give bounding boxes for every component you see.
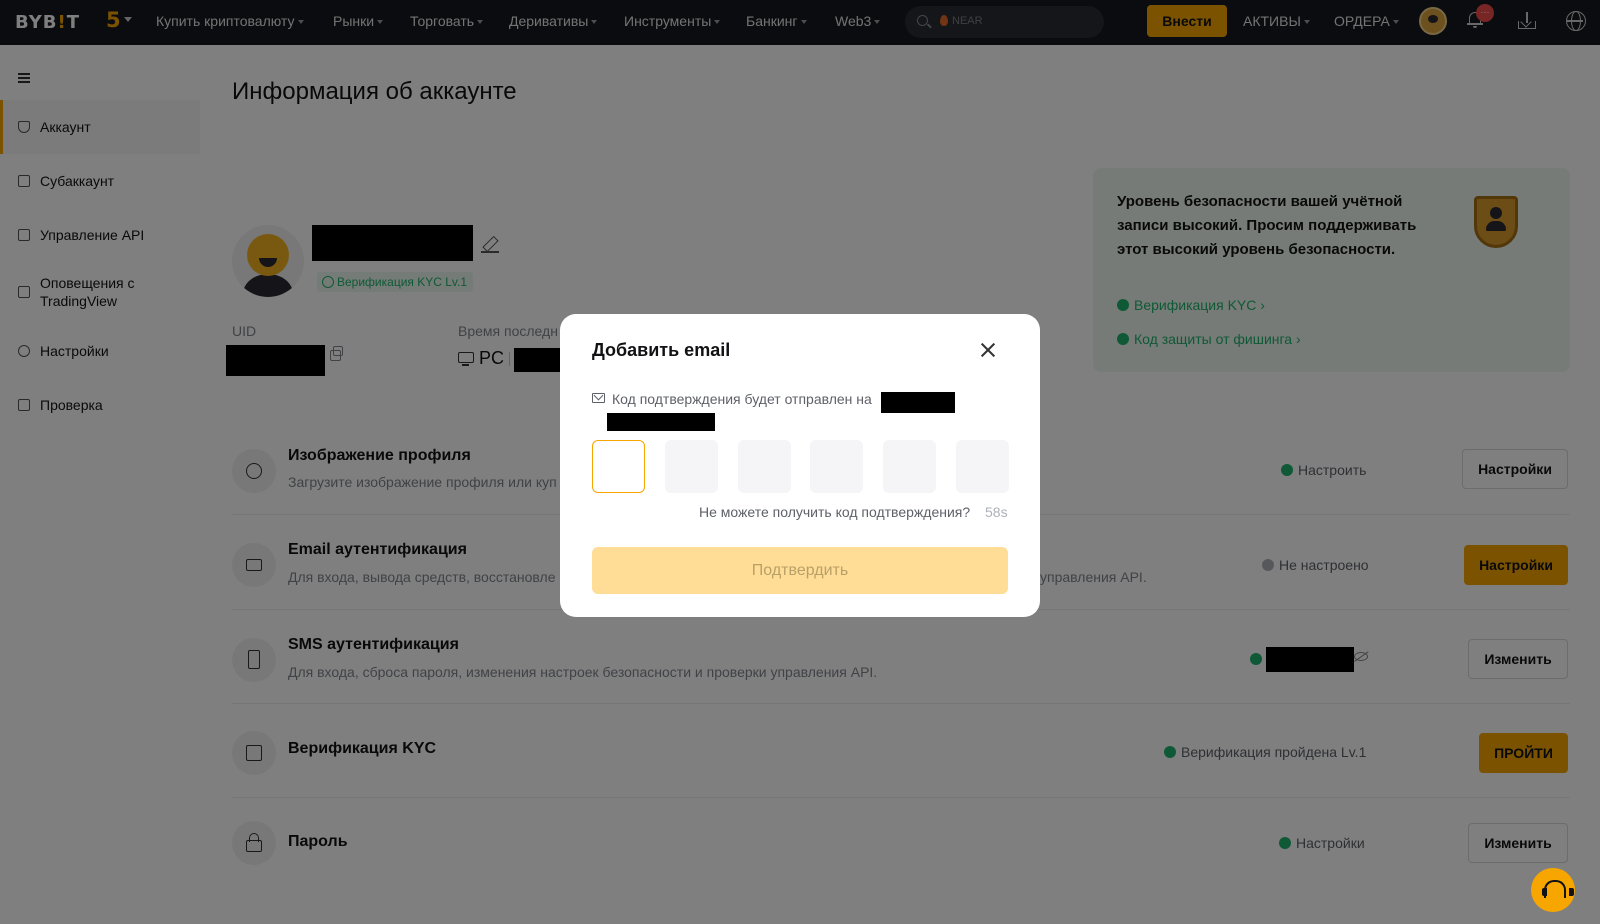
- confirm-button[interactable]: Подтвердить: [592, 547, 1008, 594]
- redacted-email-continued: [607, 413, 715, 431]
- code-digit-input[interactable]: [956, 440, 1009, 493]
- code-digit-input[interactable]: [738, 440, 791, 493]
- verification-hint: Код подтверждения будет отправлен на: [612, 391, 872, 407]
- resend-timer: 58s: [985, 504, 1008, 520]
- add-email-dialog: Добавить email Код подтверждения будет о…: [560, 314, 1040, 617]
- code-digit-input[interactable]: [592, 440, 645, 493]
- code-digit-input[interactable]: [883, 440, 936, 493]
- close-icon[interactable]: [978, 340, 998, 360]
- redacted-email: [881, 392, 955, 413]
- code-digit-input[interactable]: [665, 440, 718, 493]
- dialog-title: Добавить email: [592, 340, 731, 360]
- mail-icon: [592, 393, 605, 403]
- support-headset-icon[interactable]: [1531, 868, 1575, 912]
- code-digit-input[interactable]: [810, 440, 863, 493]
- resend-code-link[interactable]: Не можете получить код подтверждения?: [699, 504, 970, 520]
